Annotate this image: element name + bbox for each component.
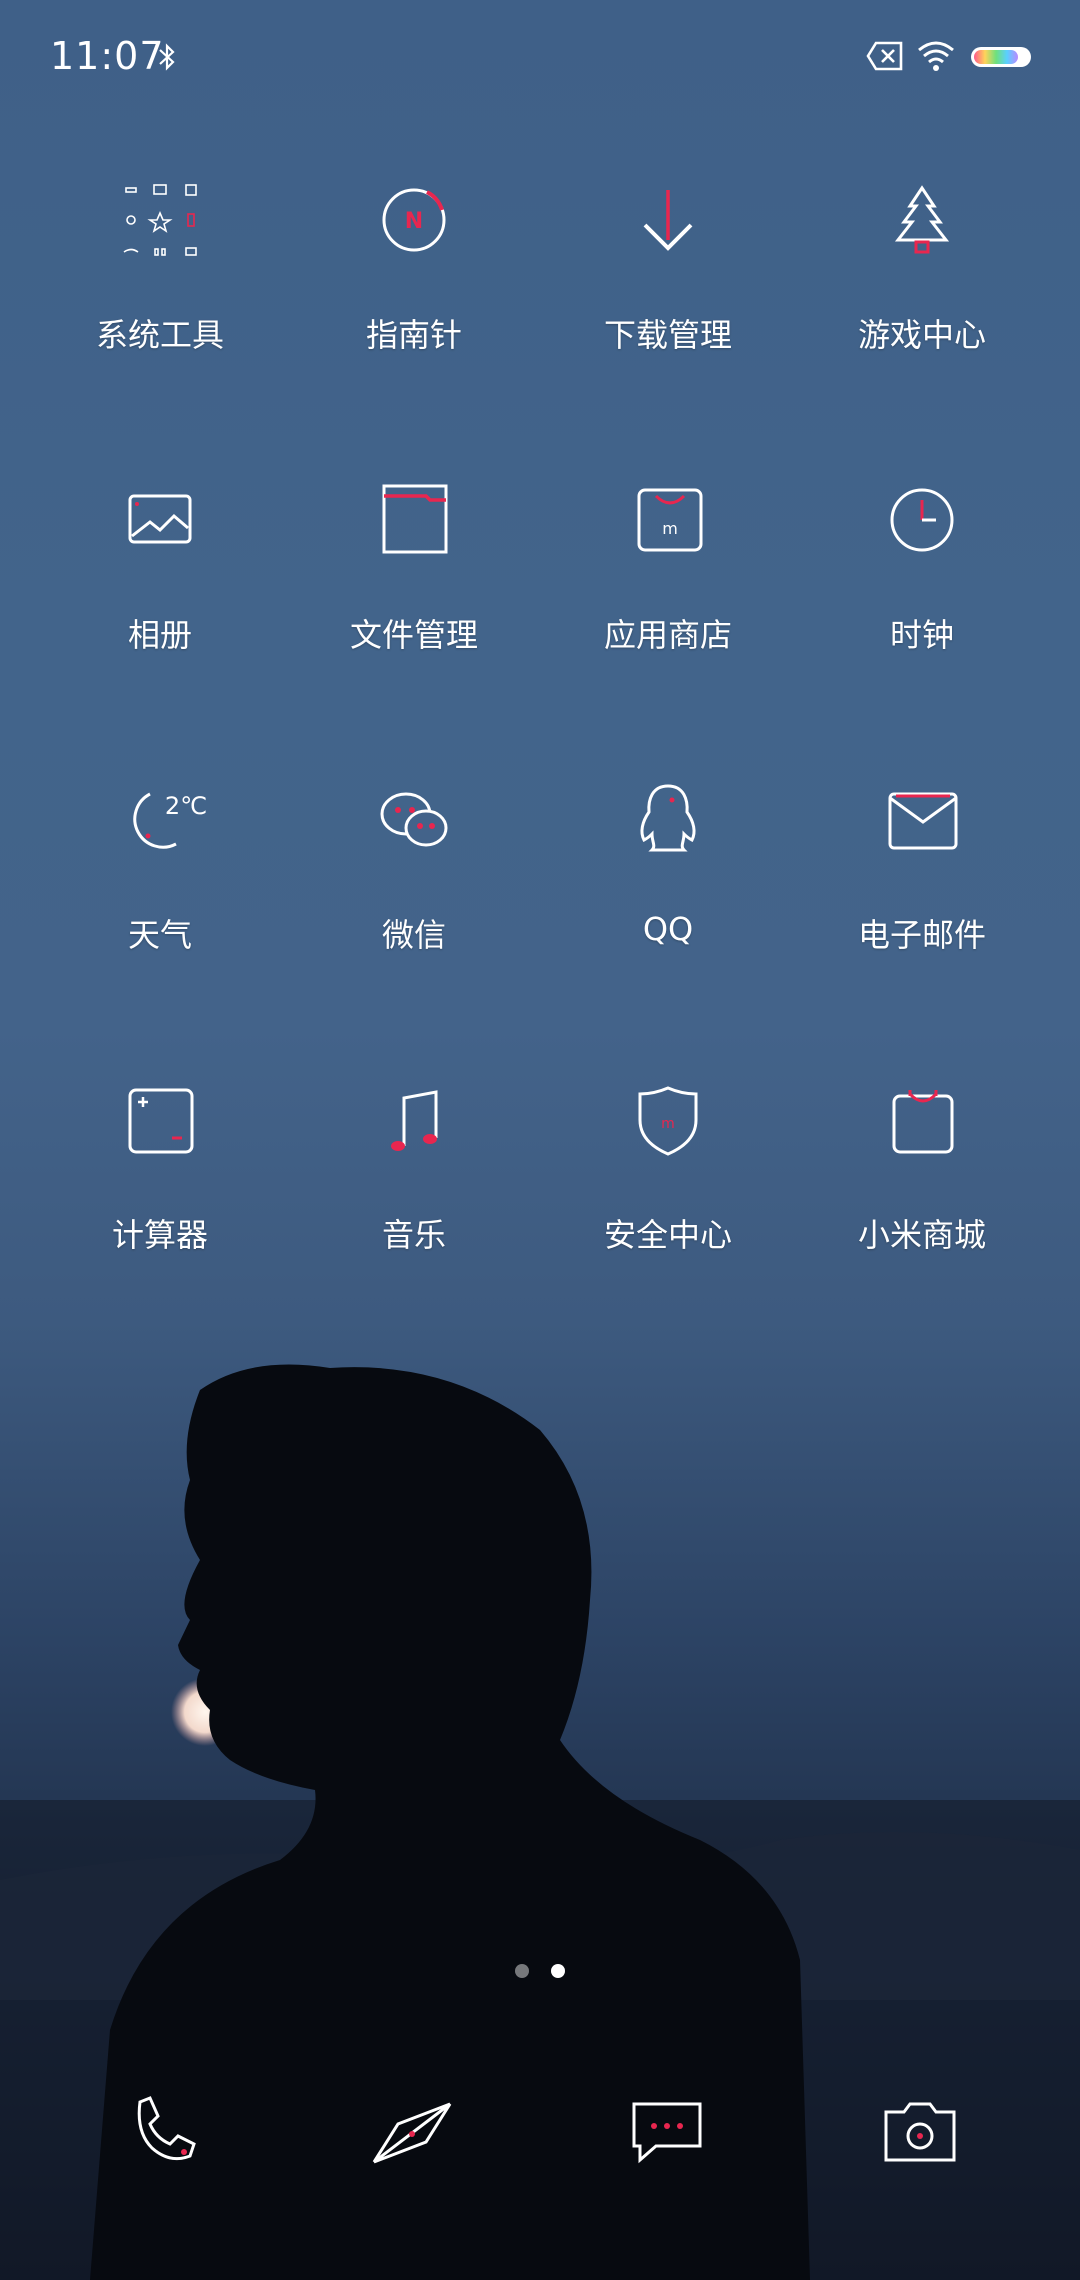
status-time: 11:07 xyxy=(50,34,165,78)
download-icon xyxy=(643,190,693,251)
security-icon: m xyxy=(638,1086,698,1156)
app-label: 天气 xyxy=(127,916,192,954)
app-label: 小米商城 xyxy=(857,1216,986,1254)
app-label: 文件管理 xyxy=(349,616,478,654)
app-system-tools[interactable]: 系统工具 xyxy=(33,150,287,354)
weather-temp: 2℃ xyxy=(165,792,207,820)
app-mi-store[interactable]: 小米商城 xyxy=(795,1050,1049,1254)
wifi-icon xyxy=(918,41,954,71)
clock-icon xyxy=(890,488,954,552)
battery-icon xyxy=(971,47,1031,67)
app-email[interactable]: 电子邮件 xyxy=(795,750,1049,954)
phone-icon[interactable] xyxy=(110,2080,210,2180)
svg-text:m: m xyxy=(662,519,678,538)
app-label: 相册 xyxy=(127,616,192,654)
app-game-center[interactable]: 游戏中心 xyxy=(795,150,1049,354)
app-label: 电子邮件 xyxy=(857,916,986,954)
qq-icon xyxy=(640,784,696,852)
app-compass[interactable]: N 指南针 xyxy=(287,150,541,354)
app-label: QQ xyxy=(642,910,694,948)
sim-missing-icon xyxy=(866,41,903,71)
compass-icon: N xyxy=(382,188,446,252)
app-calculator[interactable]: 计算器 xyxy=(33,1050,287,1254)
app-qq[interactable]: QQ xyxy=(541,750,795,950)
mi-store-icon xyxy=(892,1090,954,1154)
wechat-icon xyxy=(380,792,448,847)
calculator-icon xyxy=(128,1088,194,1154)
folder-icon xyxy=(123,184,197,256)
app-label: 指南针 xyxy=(365,316,462,354)
status-bar: 11:07 xyxy=(0,0,1080,120)
app-weather[interactable]: 2℃ 天气 xyxy=(33,750,287,954)
svg-text:m: m xyxy=(661,1116,675,1132)
browser-icon[interactable] xyxy=(362,2080,462,2180)
app-wechat[interactable]: 微信 xyxy=(287,750,541,954)
page-dot-1[interactable] xyxy=(515,1964,529,1978)
email-icon xyxy=(888,792,958,850)
app-music[interactable]: 音乐 xyxy=(287,1050,541,1254)
music-icon xyxy=(391,1090,438,1151)
app-label: 时钟 xyxy=(889,616,954,654)
app-store-icon: m xyxy=(637,488,703,552)
page-indicator[interactable] xyxy=(510,1962,570,1982)
app-label: 计算器 xyxy=(111,1216,208,1254)
app-gallery[interactable]: 相册 xyxy=(33,450,287,654)
app-label: 系统工具 xyxy=(95,316,224,354)
messages-icon[interactable] xyxy=(616,2080,716,2180)
game-center-icon xyxy=(894,185,950,254)
app-security-center[interactable]: m 安全中心 xyxy=(541,1050,795,1254)
bluetooth-icon xyxy=(159,43,175,71)
app-label: 音乐 xyxy=(381,1216,446,1254)
app-download-manager[interactable]: 下载管理 xyxy=(541,150,795,354)
app-label: 下载管理 xyxy=(603,316,732,354)
app-clock[interactable]: 时钟 xyxy=(795,450,1049,654)
camera-icon[interactable] xyxy=(870,2080,970,2180)
app-store[interactable]: m 应用商店 xyxy=(541,450,795,654)
weather-icon: 2℃ xyxy=(133,792,207,849)
gallery-icon xyxy=(128,494,192,544)
app-label: 安全中心 xyxy=(603,1216,732,1254)
file-manager-icon xyxy=(382,484,448,554)
app-label: 微信 xyxy=(381,916,446,954)
app-file-manager[interactable]: 文件管理 xyxy=(287,450,541,654)
svg-text:N: N xyxy=(405,209,423,234)
app-label: 游戏中心 xyxy=(857,316,986,354)
page-dot-2[interactable] xyxy=(551,1964,565,1978)
app-label: 应用商店 xyxy=(603,616,732,654)
